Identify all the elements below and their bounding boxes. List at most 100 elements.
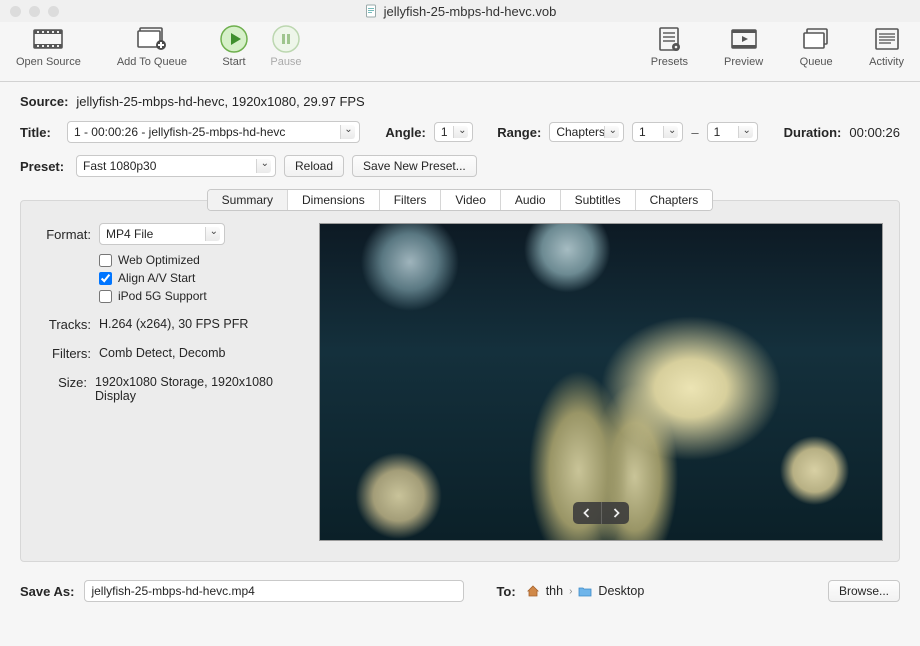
angle-value: 1 (441, 125, 448, 139)
ipod5g-check[interactable]: iPod 5G Support (99, 289, 301, 303)
add-to-queue-label: Add To Queue (117, 56, 187, 68)
save-folder: Desktop (598, 584, 644, 598)
preset-select[interactable]: Fast 1080p30 (76, 155, 276, 177)
titlebar: jellyfish-25-mbps-hd-hevc.vob (0, 0, 920, 22)
document-icon (364, 4, 378, 18)
tab-audio[interactable]: Audio (501, 190, 561, 210)
save-new-preset-button[interactable]: Save New Preset... (352, 155, 477, 177)
ipod5g-label: iPod 5G Support (118, 289, 207, 303)
presets-label: Presets (651, 56, 688, 68)
tab-video[interactable]: Video (441, 190, 500, 210)
add-to-queue-button[interactable]: Add To Queue (117, 24, 187, 68)
align-av-label: Align A/V Start (118, 271, 195, 285)
format-label: Format: (37, 227, 91, 242)
reload-button[interactable]: Reload (284, 155, 344, 177)
source-value: jellyfish-25-mbps-hd-hevc, 1920x1080, 29… (76, 94, 364, 109)
preview-next-button[interactable] (601, 502, 629, 524)
save-home: thh (546, 584, 563, 598)
web-optimized-checkbox[interactable] (99, 254, 112, 267)
reload-label: Reload (295, 159, 333, 173)
presets-icon (652, 24, 686, 54)
tab-filters[interactable]: Filters (380, 190, 442, 210)
web-optimized-check[interactable]: Web Optimized (99, 253, 301, 267)
save-new-preset-label: Save New Preset... (363, 159, 466, 173)
title-select[interactable]: 1 - 00:00:26 - jellyfish-25-mbps-hd-hevc (67, 121, 360, 143)
queue-label: Queue (800, 56, 833, 68)
save-as-label: Save As: (20, 584, 74, 599)
tabs: Summary Dimensions Filters Video Audio S… (20, 189, 900, 211)
source-row: Source: jellyfish-25-mbps-hd-hevc, 1920x… (20, 94, 900, 109)
film-icon (31, 24, 65, 54)
range-to-select[interactable]: 1 (707, 122, 758, 142)
toolbar: Open Source Add To Queue Start Pause (0, 22, 920, 82)
source-label: Source: (20, 94, 68, 109)
play-icon (217, 24, 251, 54)
range-mode-select[interactable]: Chapters (549, 122, 624, 142)
save-path[interactable]: thh › Desktop (526, 584, 645, 598)
save-as-value: jellyfish-25-mbps-hd-hevc.mp4 (91, 584, 254, 598)
ipod5g-checkbox[interactable] (99, 290, 112, 303)
chevron-right-icon: › (569, 586, 572, 597)
format-select[interactable]: MP4 File (99, 223, 225, 245)
filters-row: Filters: Comb Detect, Decomb (37, 346, 301, 361)
preview-icon (727, 24, 761, 54)
open-source-button[interactable]: Open Source (16, 24, 81, 68)
align-av-checkbox[interactable] (99, 272, 112, 285)
save-as-input[interactable]: jellyfish-25-mbps-hd-hevc.mp4 (84, 580, 464, 602)
browse-button[interactable]: Browse... (828, 580, 900, 602)
start-label: Start (222, 56, 245, 68)
preview-prev-button[interactable] (573, 502, 601, 524)
pause-label: Pause (270, 56, 301, 68)
tab-subtitles[interactable]: Subtitles (561, 190, 636, 210)
tab-summary[interactable]: Summary (208, 190, 288, 210)
activity-icon (870, 24, 904, 54)
title-label: Title: (20, 125, 59, 140)
range-sep: – (691, 125, 698, 140)
size-label: Size: (37, 375, 87, 403)
preset-label: Preset: (20, 159, 68, 174)
align-av-check[interactable]: Align A/V Start (99, 271, 301, 285)
tracks-row: Tracks: H.264 (x264), 30 FPS PFR (37, 317, 301, 332)
tracks-value: H.264 (x264), 30 FPS PFR (99, 317, 248, 332)
filters-label: Filters: (37, 346, 91, 361)
presets-button[interactable]: Presets (651, 24, 688, 68)
web-optimized-label: Web Optimized (118, 253, 200, 267)
activity-button[interactable]: Activity (869, 24, 904, 68)
tab-dimensions[interactable]: Dimensions (288, 190, 380, 210)
size-row: Size: 1920x1080 Storage, 1920x1080 Displ… (37, 375, 301, 403)
queue-add-icon (135, 24, 169, 54)
preview-button[interactable]: Preview (724, 24, 763, 68)
format-value: MP4 File (106, 227, 153, 241)
duration-value: 00:00:26 (849, 125, 900, 140)
summary-panel: Format: MP4 File Web Optimized Align A/V… (20, 200, 900, 562)
tab-chapters[interactable]: Chapters (636, 190, 713, 210)
window-title-text: jellyfish-25-mbps-hd-hevc.vob (384, 4, 557, 19)
angle-label: Angle: (385, 125, 425, 140)
tracks-label: Tracks: (37, 317, 91, 332)
preview-label: Preview (724, 56, 763, 68)
start-button[interactable]: Start (217, 24, 251, 68)
home-icon (526, 584, 540, 598)
duration-label: Duration: (784, 125, 842, 140)
open-source-label: Open Source (16, 56, 81, 68)
pause-button: Pause (269, 24, 303, 68)
queue-button[interactable]: Queue (799, 24, 833, 68)
title-select-value: 1 - 00:00:26 - jellyfish-25-mbps-hd-hevc (74, 125, 285, 139)
size-value: 1920x1080 Storage, 1920x1080 Display (95, 375, 301, 403)
title-row: Title: 1 - 00:00:26 - jellyfish-25-mbps-… (20, 121, 900, 143)
window-title: jellyfish-25-mbps-hd-hevc.vob (0, 4, 920, 19)
folder-icon (578, 584, 592, 598)
preview-image (319, 223, 883, 541)
range-label: Range: (497, 125, 541, 140)
range-to-value: 1 (714, 125, 721, 139)
queue-icon (799, 24, 833, 54)
range-from-value: 1 (639, 125, 646, 139)
preview-nav (573, 502, 629, 524)
angle-select[interactable]: 1 (434, 122, 474, 142)
filters-value: Comb Detect, Decomb (99, 346, 225, 361)
pause-icon (269, 24, 303, 54)
range-mode-value: Chapters (556, 125, 605, 139)
range-from-select[interactable]: 1 (632, 122, 683, 142)
preset-value: Fast 1080p30 (83, 159, 156, 173)
preset-row: Preset: Fast 1080p30 Reload Save New Pre… (20, 155, 900, 177)
